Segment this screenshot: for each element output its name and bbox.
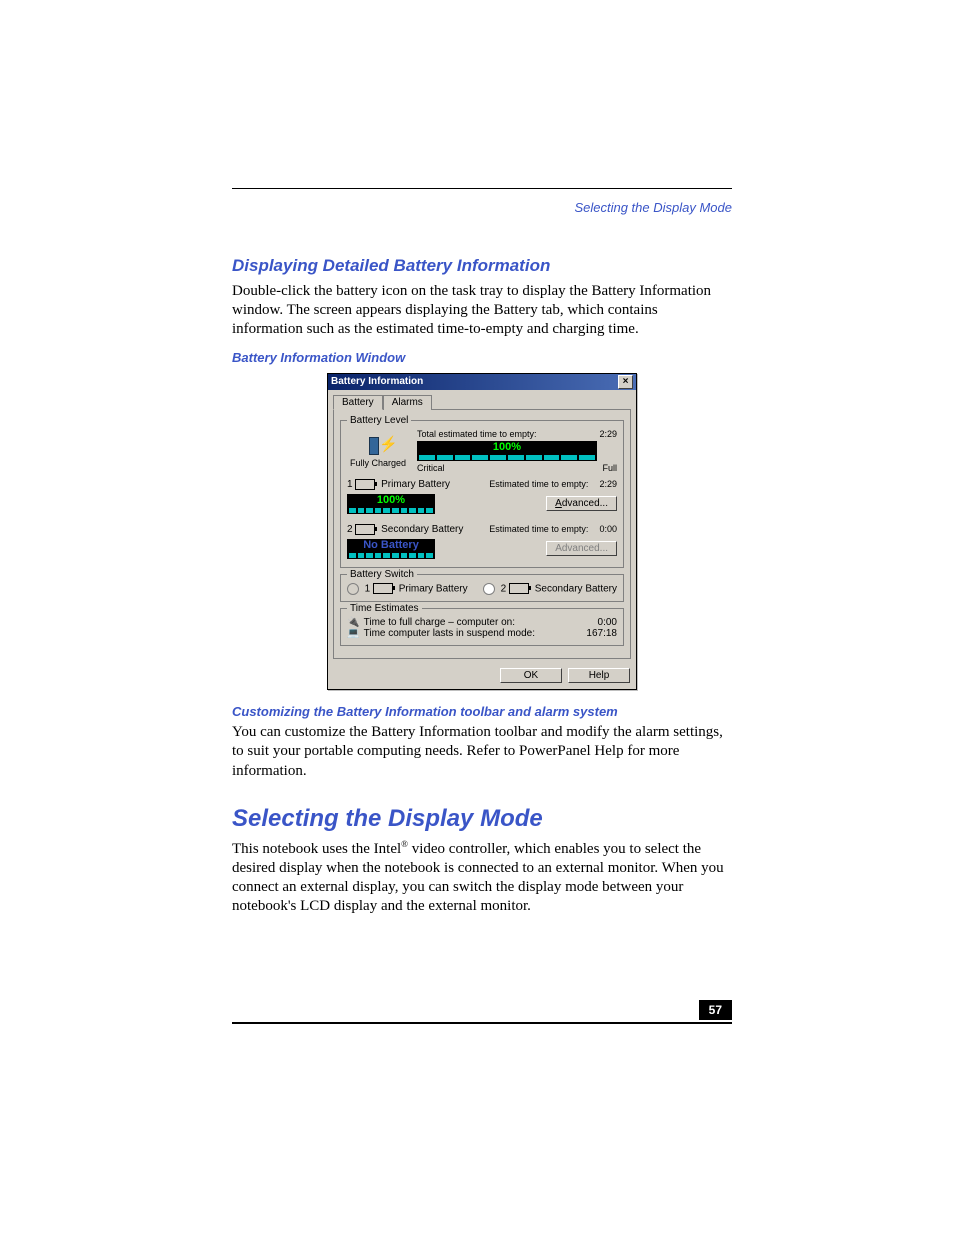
est-row1-label: Time to full charge – computer on: [364, 617, 515, 628]
primary-percent: 100% [377, 494, 405, 506]
primary-num: 1 [347, 479, 353, 490]
dialog-title: Battery Information [331, 376, 423, 387]
est-row2-value: 167:18 [586, 628, 617, 639]
battery-level-bar: 100% [417, 441, 597, 461]
dialog-window: Battery Information × Battery Alarms Bat… [327, 373, 637, 691]
section-heading-display-mode: Selecting the Display Mode [232, 805, 732, 833]
battery-icon [355, 524, 375, 535]
battery-icon [373, 583, 393, 594]
primary-advanced-button[interactable]: Advanced... [546, 496, 617, 511]
switch-primary-label: Primary Battery [399, 583, 468, 594]
total-time-label: Total estimated time to empty: [417, 429, 537, 439]
secondary-est-value: 0:00 [599, 524, 617, 534]
group-legend: Time Estimates [347, 603, 422, 614]
battery-icon [355, 479, 375, 490]
dialog-button-row: OK Help [328, 664, 636, 689]
battery-icon [509, 583, 529, 594]
registered-mark: ® [401, 839, 408, 849]
group-battery-level: Battery Level ⚡ Fully Charged Total esti… [340, 420, 624, 568]
level-full-label: Full [602, 463, 617, 473]
level-critical-label: Critical [417, 463, 445, 473]
group-battery-switch: Battery Switch 1 Primary Battery [340, 574, 624, 602]
primary-bar: 100% [347, 494, 435, 514]
ok-button[interactable]: OK [500, 668, 562, 683]
group-legend: Battery Switch [347, 569, 417, 580]
plug-icon: 🔌 [347, 617, 361, 628]
tab-battery[interactable]: Battery [333, 395, 383, 410]
tab-alarms[interactable]: Alarms [383, 395, 432, 410]
secondary-bar: No Battery [347, 539, 435, 559]
tab-panel: Battery Level ⚡ Fully Charged Total esti… [333, 410, 631, 660]
battery-charging-icon: ⚡ [367, 433, 389, 455]
laptop-icon: 💻 [347, 628, 361, 639]
tab-strip: Battery Alarms [333, 394, 631, 410]
fully-charged-label: Fully Charged [347, 458, 409, 468]
dialog-titlebar[interactable]: Battery Information × [328, 374, 636, 390]
section-body-battery-info: Double-click the battery icon on the tas… [232, 282, 732, 340]
primary-name: Primary Battery [381, 479, 450, 490]
battery-level-percent: 100% [493, 441, 521, 453]
est-row2-label: Time computer lasts in suspend mode: [364, 628, 535, 639]
primary-est-value: 2:29 [599, 479, 617, 489]
battery-info-dialog-figure: Battery Information × Battery Alarms Bat… [327, 373, 637, 691]
group-legend: Battery Level [347, 415, 411, 426]
group-time-estimates: Time Estimates 🔌 Time to full charge – c… [340, 608, 624, 646]
secondary-status: No Battery [363, 539, 419, 551]
switch-secondary-label: Secondary Battery [535, 583, 617, 594]
section-body-customizing: You can customize the Battery Informatio… [232, 723, 732, 781]
section-heading-battery-info: Displaying Detailed Battery Information [232, 256, 732, 276]
section-heading-customizing: Customizing the Battery Information tool… [232, 704, 732, 719]
secondary-advanced-button: Advanced... [546, 541, 617, 556]
radio-secondary[interactable] [483, 583, 495, 595]
secondary-num: 2 [347, 524, 353, 535]
est-row1-value: 0:00 [598, 617, 617, 628]
radio-primary [347, 583, 359, 595]
close-icon[interactable]: × [618, 375, 633, 389]
secondary-est-label: Estimated time to empty: [489, 524, 588, 534]
total-time-value: 2:29 [599, 429, 617, 439]
primary-est-label: Estimated time to empty: [489, 479, 588, 489]
help-button[interactable]: Help [568, 668, 630, 683]
footer-rule [232, 1022, 732, 1024]
figure-caption: Battery Information Window [232, 350, 732, 365]
section-body-display-mode: This notebook uses the Intel® video cont… [232, 839, 732, 917]
page-number: 57 [699, 1000, 732, 1020]
secondary-name: Secondary Battery [381, 524, 463, 535]
